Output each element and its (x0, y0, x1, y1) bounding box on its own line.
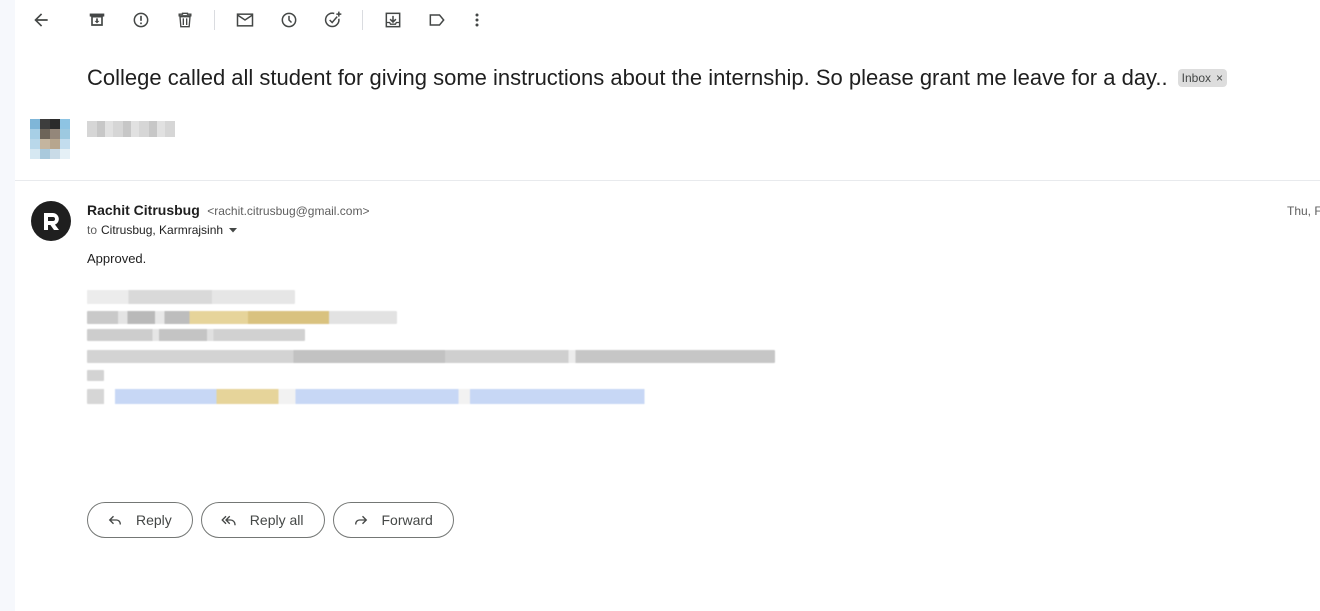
reply-all-icon (221, 515, 236, 526)
forward-button-label: Forward (381, 512, 433, 528)
avatar[interactable] (31, 201, 71, 241)
toolbar-divider (362, 10, 363, 30)
back-arrow-icon (34, 13, 48, 27)
label-icon (429, 14, 445, 26)
reply-all-button[interactable]: Reply all (200, 502, 325, 538)
inbox-label-chip[interactable]: Inbox × (1177, 69, 1228, 87)
mark-unread-icon (236, 13, 254, 27)
redacted-line (87, 370, 104, 381)
redacted-line (87, 350, 775, 363)
snooze-icon (281, 12, 297, 28)
more-vert-icon (475, 13, 479, 27)
forward-icon (354, 515, 367, 525)
reply-button-label: Reply (136, 512, 172, 528)
message-date: Thu, F (1287, 204, 1320, 218)
redacted-line (87, 290, 295, 304)
forward-button[interactable]: Forward (332, 502, 454, 538)
more-options-button[interactable] (461, 4, 493, 36)
report-spam-icon (133, 12, 149, 28)
delete-button[interactable] (169, 4, 201, 36)
collapsed-message-avatar[interactable] (30, 119, 70, 159)
delete-icon (178, 12, 192, 28)
archive-icon (89, 13, 105, 26)
reply-button[interactable]: Reply (87, 502, 193, 538)
toolbar (15, 0, 1320, 40)
message-divider (15, 180, 1320, 181)
back-button[interactable] (25, 4, 57, 36)
sender-email: <rachit.citrusbug@gmail.com> (207, 204, 370, 218)
message-panel: College called all student for giving so… (15, 0, 1320, 611)
recipients-line: to Citrusbug, Karmrajsinh (87, 223, 239, 237)
recipients: Citrusbug, Karmrajsinh (101, 223, 224, 237)
message-actions: Reply Reply all Forward (87, 502, 454, 538)
message-body: Approved. (87, 251, 147, 266)
add-to-tasks-icon (324, 11, 342, 28)
label-button[interactable] (421, 4, 453, 36)
reply-icon (108, 515, 121, 525)
thread-subject: College called all student for giving so… (87, 65, 1168, 90)
chevron-down-icon[interactable] (227, 224, 239, 236)
redacted-line (87, 311, 397, 324)
move-to-icon (385, 12, 401, 28)
archive-button[interactable] (81, 4, 113, 36)
to-prefix: to (87, 223, 98, 237)
snooze-button[interactable] (273, 4, 305, 36)
remove-label-icon[interactable]: × (1216, 71, 1223, 85)
reply-all-button-label: Reply all (249, 512, 304, 528)
redacted-line (87, 389, 650, 404)
redacted-line (87, 329, 305, 341)
sender-logo-icon (44, 213, 59, 230)
sender-line: Rachit Citrusbug <rachit.citrusbug@gmail… (87, 202, 369, 220)
add-to-tasks-button[interactable] (317, 4, 349, 36)
collapsed-message-sender-redacted[interactable] (87, 121, 175, 137)
label-chip-text: Inbox (1181, 71, 1212, 85)
sender-name[interactable]: Rachit Citrusbug (87, 202, 200, 218)
mark-unread-button[interactable] (229, 4, 261, 36)
report-spam-button[interactable] (125, 4, 157, 36)
toolbar-divider (214, 10, 215, 30)
subject-row: College called all student for giving so… (87, 62, 1228, 94)
move-to-button[interactable] (377, 4, 409, 36)
